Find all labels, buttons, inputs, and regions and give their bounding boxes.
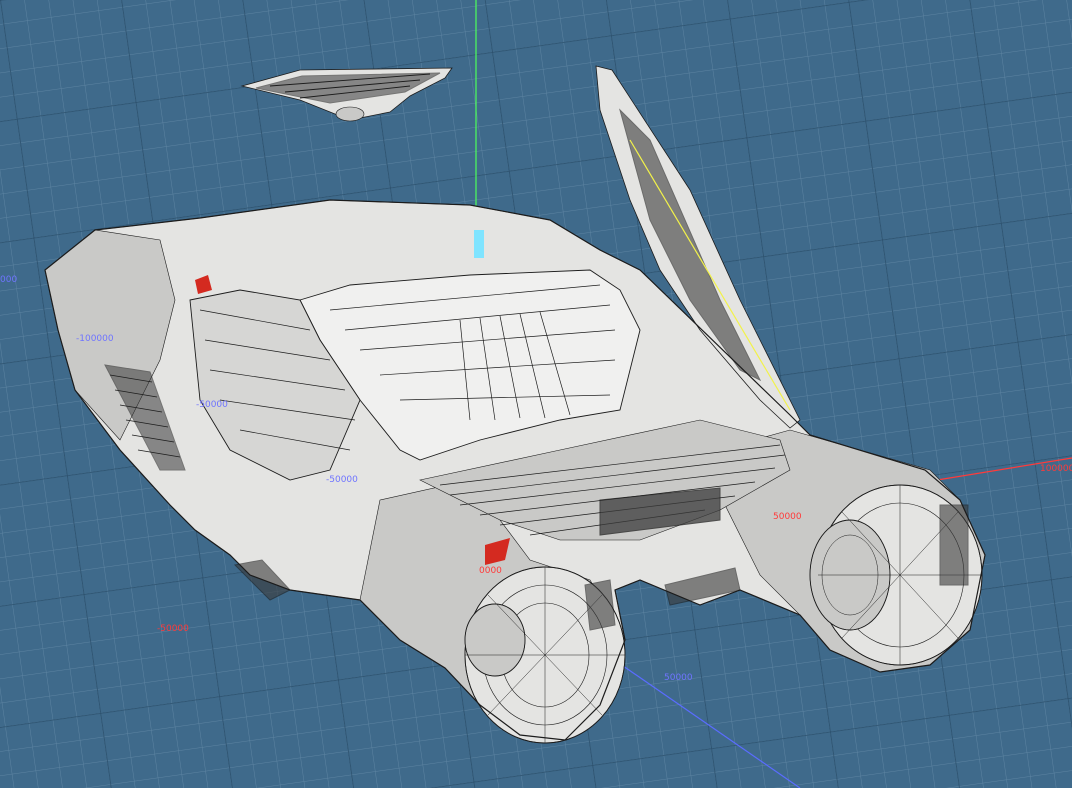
3d-viewport[interactable]: 000 -100000 -50000 -50000 0000 50000 100… [0, 0, 1072, 788]
axis-label: -50000 [326, 475, 358, 485]
axis-label: -100000 [76, 334, 114, 344]
axis-label: 50000 [664, 673, 693, 683]
axis-label: 100000 [1040, 464, 1072, 474]
axis-label: 0000 [479, 566, 502, 576]
axis-label: 50000 [773, 512, 802, 522]
axis-label: 000 [0, 275, 18, 285]
wheel-bracket [584, 579, 616, 631]
axis-label: -50000 [157, 624, 189, 634]
viewport-scene[interactable] [0, 0, 1072, 788]
axis-label: -50000 [196, 400, 228, 410]
selected-vertex-marker [474, 230, 484, 258]
